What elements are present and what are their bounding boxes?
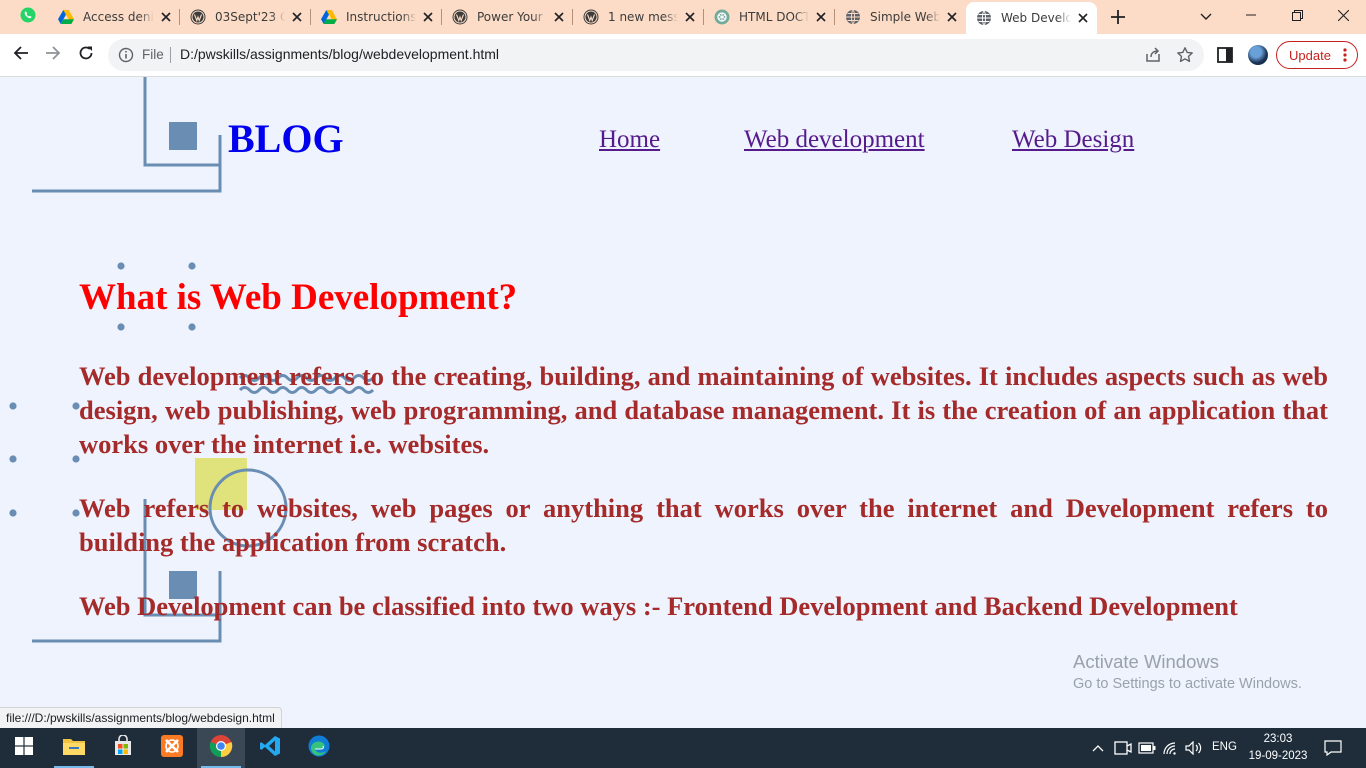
nav-link-web-development[interactable]: Web development	[744, 125, 925, 155]
bookmark-star-icon[interactable]	[1176, 46, 1194, 64]
wordpress-icon	[583, 9, 599, 25]
restore-button[interactable]	[1274, 0, 1320, 30]
paragraph-2: Web refers to websites, web pages or any…	[79, 493, 1328, 557]
clock-time: 23:03	[1263, 733, 1293, 745]
taskbar-clock[interactable]: 23:03 19-09-2023	[1248, 731, 1308, 765]
close-tab-icon[interactable]	[1075, 10, 1091, 26]
xampp-icon	[161, 735, 183, 761]
link-status-bubble: file:///D:/pwskills/assignments/blog/web…	[0, 707, 282, 728]
tab-title: 03Sept'23 Cl	[215, 10, 285, 24]
browser-tab-strip: Access denie 03Sept'23 Cl Instructions f…	[0, 0, 1366, 34]
watermark-title: Activate Windows	[1073, 651, 1219, 672]
activate-windows-watermark: Activate Windows Go to Settings to activ…	[1073, 650, 1302, 694]
close-tab-icon[interactable]	[158, 9, 174, 25]
tab-title: Simple Web	[870, 10, 940, 24]
tab-title: Access denie	[83, 10, 154, 24]
microsoft-store-icon	[112, 734, 134, 761]
side-panel-icon[interactable]	[1216, 46, 1234, 64]
language-indicator[interactable]: ENG	[1212, 741, 1237, 753]
tab-3[interactable]: Power Your S	[442, 0, 573, 34]
arrow-right-icon	[45, 45, 61, 65]
tab-4[interactable]: 1 new messa	[573, 0, 704, 34]
paragraph-1: Web development refers to the creating, …	[79, 361, 1328, 459]
close-tab-icon[interactable]	[551, 9, 567, 25]
close-tab-icon[interactable]	[813, 9, 829, 25]
tab-0[interactable]: Access denie	[48, 0, 180, 34]
new-tab-button[interactable]	[1104, 3, 1132, 31]
chrome-icon	[209, 734, 233, 762]
url-text[interactable]: D:/pwskills/assignments/blog/webdevelopm…	[180, 46, 499, 62]
whatsapp-icon	[20, 7, 36, 27]
taskbar-edge[interactable]	[295, 728, 343, 768]
windows-taskbar: ENG 23:03 19-09-2023	[0, 728, 1366, 768]
clock-date: 19-09-2023	[1248, 750, 1308, 762]
address-bar[interactable]: File D:/pwskills/assignments/blog/webdev…	[108, 39, 1204, 71]
nav-link-web-design[interactable]: Web Design	[1012, 125, 1134, 155]
close-tab-icon[interactable]	[289, 9, 305, 25]
page-heading: What is Web Development?	[79, 277, 518, 318]
notification-icon[interactable]	[1322, 738, 1344, 758]
taskbar-file-explorer[interactable]	[50, 728, 98, 768]
speaker-icon[interactable]	[1184, 738, 1204, 758]
info-icon[interactable]	[118, 47, 134, 63]
arrow-left-icon	[13, 45, 29, 65]
chatgpt-icon	[714, 9, 730, 25]
tab-search-chevron-icon[interactable]	[1192, 3, 1220, 31]
share-icon[interactable]	[1144, 46, 1162, 64]
tab-title: Power Your S	[477, 10, 547, 24]
deco-square-top	[169, 122, 197, 150]
tab-1[interactable]: 03Sept'23 Cl	[180, 0, 311, 34]
minimize-button[interactable]	[1228, 0, 1274, 30]
google-drive-icon	[321, 9, 337, 25]
profile-avatar[interactable]	[1248, 45, 1268, 65]
tab-7-active[interactable]: Web Develop	[966, 2, 1097, 34]
tab-2[interactable]: Instructions f	[311, 0, 442, 34]
globe-icon	[845, 9, 861, 25]
update-button[interactable]: Update	[1276, 41, 1358, 69]
back-button[interactable]	[6, 40, 36, 70]
windows-start-icon	[15, 737, 33, 759]
update-label: Update	[1289, 47, 1331, 63]
tab-title: Web Develop	[1001, 11, 1071, 25]
taskbar-xampp[interactable]	[148, 728, 196, 768]
paragraph-3: Web Development can be classified into t…	[79, 591, 1238, 621]
reload-icon	[78, 45, 94, 65]
site-logo: BLOG	[228, 116, 344, 161]
watermark-subtitle: Go to Settings to activate Windows.	[1073, 676, 1302, 692]
wordpress-icon	[452, 9, 468, 25]
tray-meet-now-icon[interactable]	[1113, 738, 1133, 758]
kebab-menu-icon	[1343, 47, 1347, 63]
reload-button[interactable]	[71, 40, 101, 70]
scheme-label: File	[142, 47, 164, 62]
pinned-tab-whatsapp[interactable]	[8, 0, 48, 34]
nav-link-home[interactable]: Home	[599, 125, 660, 155]
start-button[interactable]	[0, 728, 48, 768]
deco-dots-left	[9, 402, 80, 517]
browser-toolbar: File D:/pwskills/assignments/blog/webdev…	[0, 34, 1366, 77]
tab-title: HTML DOCT	[739, 10, 809, 24]
tab-5[interactable]: HTML DOCT	[704, 0, 835, 34]
vscode-icon	[259, 735, 281, 761]
tab-title: Instructions f	[346, 10, 416, 24]
page-viewport: BLOG Home Web development Web Design Wha…	[0, 77, 1366, 728]
globe-icon	[976, 10, 992, 26]
tab-title: 1 new messa	[608, 10, 678, 24]
google-drive-icon	[58, 9, 74, 25]
taskbar-microsoft-store[interactable]	[99, 728, 147, 768]
battery-icon[interactable]	[1137, 738, 1157, 758]
taskbar-chrome[interactable]	[197, 728, 245, 768]
close-window-button[interactable]	[1320, 0, 1366, 30]
close-tab-icon[interactable]	[944, 9, 960, 25]
tab-6[interactable]: Simple Web	[835, 0, 966, 34]
taskbar-vscode[interactable]	[246, 728, 294, 768]
deco-bracket-top	[143, 77, 220, 167]
wifi-icon[interactable]	[1161, 738, 1181, 758]
wordpress-icon	[190, 9, 206, 25]
close-tab-icon[interactable]	[420, 9, 436, 25]
tray-chevron-up-icon[interactable]	[1090, 738, 1106, 758]
edge-icon	[308, 735, 330, 761]
forward-button[interactable]	[38, 40, 68, 70]
close-tab-icon[interactable]	[682, 9, 698, 25]
file-explorer-icon	[62, 736, 86, 760]
